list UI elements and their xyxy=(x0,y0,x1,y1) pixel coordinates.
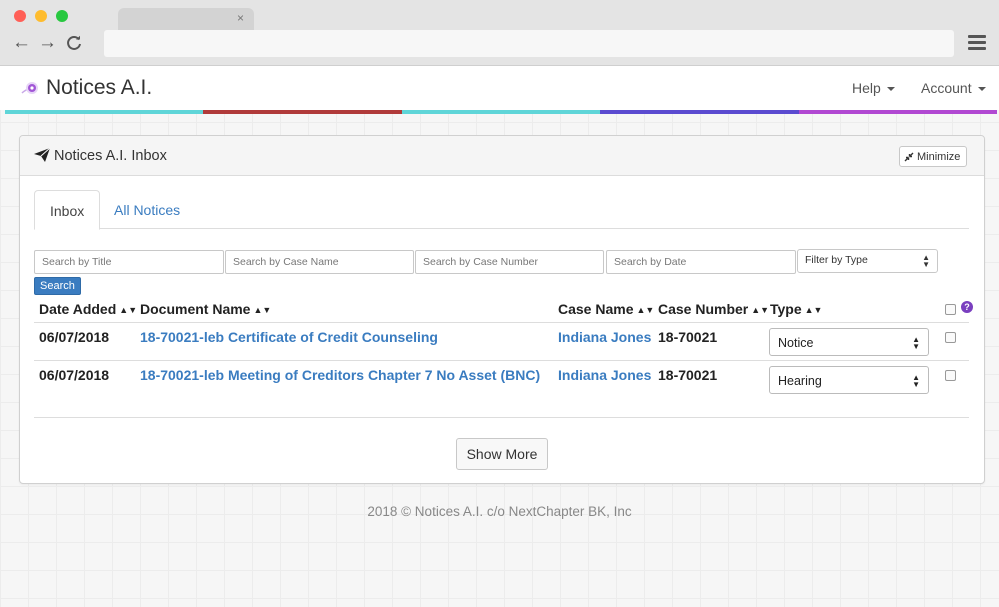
select-all-checkbox[interactable] xyxy=(945,304,956,315)
column-header-case-name[interactable]: Case Name ▲▼ xyxy=(558,301,654,317)
search-case-name-input[interactable]: Search by Case Name xyxy=(225,250,414,274)
window-zoom-dot[interactable] xyxy=(56,10,68,22)
sort-icon: ▲▼ xyxy=(751,305,770,315)
column-header-type[interactable]: Type ▲▼ xyxy=(770,301,822,317)
window-close-dot[interactable] xyxy=(14,10,26,22)
search-case-number-input[interactable]: Search by Case Number xyxy=(415,250,604,274)
sort-icon: ▲▼ xyxy=(804,305,823,315)
show-more-button[interactable]: Show More xyxy=(456,438,548,470)
window-minimize-dot[interactable] xyxy=(35,10,47,22)
minimize-button[interactable]: Minimize xyxy=(899,146,968,167)
color-stripe-segment xyxy=(798,110,998,114)
inbox-panel: Notices A.I. Inbox Minimize Inbox All No… xyxy=(19,135,985,484)
sort-icon: ▲▼ xyxy=(636,305,655,315)
column-header-document-name[interactable]: Document Name ▲▼ xyxy=(140,301,271,317)
row-divider xyxy=(34,360,969,361)
row-document-link[interactable]: 18-70021-leb Meeting of Creditors Chapte… xyxy=(140,367,540,383)
row-checkbox[interactable] xyxy=(945,332,956,343)
row-type-value: Hearing xyxy=(778,374,822,388)
tab-inbox[interactable]: Inbox xyxy=(34,190,101,230)
row-case-name-link[interactable]: Indiana Jones xyxy=(558,329,651,345)
inbox-tabs: Inbox All Notices xyxy=(34,190,969,230)
panel-header: Notices A.I. Inbox Minimize xyxy=(20,136,984,176)
account-label: Account xyxy=(921,80,972,96)
panel-title: Notices A.I. Inbox xyxy=(54,148,167,164)
help-icon[interactable]: ? xyxy=(961,301,973,313)
row-case-name-link[interactable]: Indiana Jones xyxy=(558,367,651,383)
search-title-input[interactable]: Search by Title xyxy=(34,250,224,274)
footer-copyright: 2018 © Notices A.I. c/o NextChapter BK, … xyxy=(367,504,632,519)
close-icon[interactable]: × xyxy=(237,11,244,25)
row-type-select[interactable]: Notice ▲ ▼ xyxy=(769,328,929,356)
select-arrows-icon: ▲ ▼ xyxy=(912,335,920,351)
help-menu[interactable]: Help xyxy=(852,80,895,96)
back-arrow-icon[interactable]: ← xyxy=(12,32,31,54)
select-arrows-icon: ▲ ▼ xyxy=(922,253,930,269)
help-label: Help xyxy=(852,80,881,96)
compress-icon xyxy=(904,152,914,161)
menu-icon[interactable] xyxy=(968,35,986,53)
paper-plane-icon xyxy=(34,148,50,162)
address-bar[interactable] xyxy=(104,30,954,57)
color-stripe-segment xyxy=(203,110,402,114)
color-stripe-segment xyxy=(600,110,799,114)
logo-icon xyxy=(21,82,38,94)
row-divider xyxy=(34,322,969,323)
row-case-number: 18-70021 xyxy=(658,329,718,345)
caret-down-icon xyxy=(886,87,895,92)
forward-arrow-icon[interactable]: → xyxy=(38,32,57,54)
color-stripe-segment xyxy=(5,110,204,114)
row-document-link[interactable]: 18-70021-leb Certificate of Credit Couns… xyxy=(140,329,438,345)
caret-down-icon xyxy=(977,87,986,92)
brand-name[interactable]: Notices A.I. xyxy=(46,76,152,100)
row-type-select[interactable]: Hearing ▲ ▼ xyxy=(769,366,929,394)
column-header-date-added[interactable]: Date Added ▲▼ xyxy=(39,301,137,317)
column-header-case-number[interactable]: Case Number ▲▼ xyxy=(658,301,769,317)
filter-type-value: Filter by Type xyxy=(805,254,868,266)
color-stripe-segment xyxy=(401,110,601,114)
search-date-input[interactable]: Search by Date xyxy=(606,250,796,274)
account-menu[interactable]: Account xyxy=(921,80,986,96)
search-button[interactable]: Search xyxy=(34,277,81,295)
app-navbar: Notices A.I. Help Account xyxy=(0,66,999,110)
sort-icon: ▲▼ xyxy=(119,305,138,315)
brand-color-stripe xyxy=(5,110,998,114)
row-date: 06/07/2018 xyxy=(39,367,110,383)
sort-icon: ▲▼ xyxy=(253,305,272,315)
tab-all-notices[interactable]: All Notices xyxy=(99,190,195,229)
browser-chrome: × ← → xyxy=(0,0,999,66)
row-date: 06/07/2018 xyxy=(39,329,110,345)
browser-tab[interactable]: × xyxy=(118,8,254,30)
row-case-number: 18-70021 xyxy=(658,367,718,383)
row-checkbox[interactable] xyxy=(945,370,956,381)
row-type-value: Notice xyxy=(778,336,814,350)
reload-icon[interactable] xyxy=(66,32,82,57)
minimize-label: Minimize xyxy=(917,150,961,163)
select-arrows-icon: ▲ ▼ xyxy=(912,373,920,389)
table-bottom-divider xyxy=(34,417,969,418)
filter-type-select[interactable]: Filter by Type ▲ ▼ xyxy=(797,249,938,273)
